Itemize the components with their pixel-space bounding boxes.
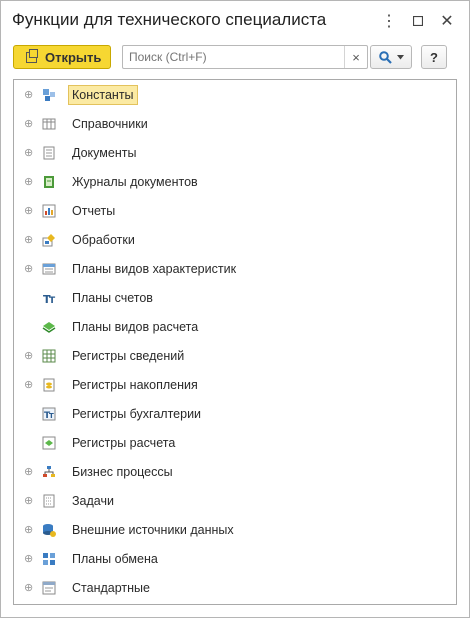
tree-item[interactable]: Планы видов расчета	[14, 315, 454, 339]
svg-text:T: T	[49, 296, 56, 305]
tree-item[interactable]: ⊕ Документы	[14, 141, 454, 165]
expand-icon[interactable]: ⊕	[24, 263, 33, 274]
information-registers-icon	[42, 349, 56, 363]
tree-item-label: Документы	[72, 146, 137, 160]
svg-text:T: T	[49, 412, 54, 420]
tree-item-label: Бизнес процессы	[72, 465, 173, 479]
search-field[interactable]: ×	[122, 45, 368, 69]
tree-item[interactable]: Регистры расчета	[14, 431, 454, 455]
business-processes-icon	[43, 466, 55, 477]
help-button[interactable]: ?	[421, 45, 447, 69]
close-icon[interactable]: ✕	[435, 9, 459, 33]
standard-icon	[42, 581, 56, 595]
open-button-label: Открыть	[45, 49, 102, 65]
accounting-registers-icon: TT	[42, 407, 56, 421]
data-processors-icon	[42, 234, 55, 247]
tree-item-label: Регистры сведений	[72, 349, 185, 363]
expand-icon[interactable]: ⊕	[24, 350, 33, 361]
tree-item[interactable]: ⊕ Отчеты	[14, 199, 454, 223]
tree-item-label: Журналы документов	[72, 175, 198, 189]
more-menu-icon[interactable]: ⋮	[377, 9, 401, 33]
document-journals-icon	[44, 176, 54, 188]
maximize-icon[interactable]	[406, 9, 430, 33]
tree-item-label: Отчеты	[72, 204, 116, 218]
tree-item[interactable]: ⊕ Задачи	[14, 489, 454, 513]
window-title: Функции для технического специалиста	[12, 10, 327, 29]
open-icon	[26, 48, 38, 63]
documents-icon	[43, 146, 55, 160]
tree-item-label: Константы	[68, 85, 138, 105]
tree-item[interactable]: ⊕ Планы обмена	[14, 547, 454, 571]
tree-item-label: Обработки	[72, 233, 135, 247]
search-icon	[378, 50, 392, 64]
calculation-registers-icon	[42, 436, 56, 450]
tree-item[interactable]: ⊕ Регистры сведений	[14, 344, 454, 368]
tree-item-label: Стандартные	[72, 581, 150, 595]
chart-of-accounts-icon: TT	[43, 293, 56, 305]
characteristic-types-icon	[42, 263, 56, 275]
expand-icon[interactable]: ⊕	[24, 466, 33, 477]
accumulation-registers-icon	[43, 378, 55, 392]
tree-item[interactable]: ⊕ Обработки	[14, 228, 454, 252]
tree-item[interactable]: ⊕ Стандартные	[14, 576, 454, 600]
constants-icon	[43, 89, 55, 101]
tree-item[interactable]: ⊕ Регистры накопления	[14, 373, 454, 397]
window: Функции для технического специалиста ⋮ ✕…	[0, 0, 470, 618]
chevron-down-icon	[396, 54, 404, 59]
expand-icon[interactable]: ⊕	[24, 89, 33, 100]
tree-item[interactable]: ⊕ Справочники	[14, 112, 454, 136]
tree-item[interactable]: ⊕ Константы	[14, 83, 454, 107]
expand-icon[interactable]: ⊕	[24, 205, 33, 216]
search-input[interactable]	[123, 46, 343, 68]
exchange-plans-icon	[43, 553, 55, 565]
expand-icon[interactable]: ⊕	[24, 553, 33, 564]
open-button[interactable]: Открыть	[13, 45, 111, 69]
tree-item[interactable]: ⊕ Внешние источники данных	[14, 518, 454, 542]
calculation-types-icon	[42, 322, 56, 333]
tree-item-label: Планы обмена	[72, 552, 158, 566]
tree-item[interactable]: T T Регистры бухгалтерии	[14, 402, 454, 426]
clear-search-button[interactable]: ×	[344, 46, 367, 68]
tree-item[interactable]: ⊕ Планы видов характеристик	[14, 257, 454, 281]
expand-icon[interactable]: ⊕	[24, 379, 33, 390]
reports-icon	[42, 204, 56, 218]
tasks-icon	[43, 494, 55, 508]
tree-item-label: Регистры бухгалтерии	[72, 407, 202, 421]
tree-item-label: Справочники	[72, 117, 148, 131]
search-options-button[interactable]	[370, 45, 412, 69]
expand-icon[interactable]: ⊕	[24, 582, 33, 593]
tree-item[interactable]: ⊕ Бизнес процессы	[14, 460, 454, 484]
tree-item[interactable]: T T Планы счетов	[14, 286, 454, 310]
metadata-tree[interactable]: ⊕ Константы ⊕ Справочники ⊕ Документы ⊕ Журналы…	[13, 79, 457, 605]
tree-item-label: Планы счетов	[72, 291, 153, 305]
expand-icon[interactable]: ⊕	[24, 495, 33, 506]
external-data-sources-icon	[43, 524, 56, 537]
expand-icon[interactable]: ⊕	[24, 118, 33, 129]
tree-item-label: Регистры накопления	[72, 378, 198, 392]
tree-item-label: Планы видов характеристик	[72, 262, 237, 276]
expand-icon[interactable]: ⊕	[24, 147, 33, 158]
toolbar: Открыть × ?	[13, 45, 459, 71]
expand-icon[interactable]: ⊕	[24, 176, 33, 187]
tree-item[interactable]: ⊕ Журналы документов	[14, 170, 454, 194]
expand-icon[interactable]: ⊕	[24, 234, 33, 245]
expand-icon[interactable]: ⊕	[24, 524, 33, 535]
tree-item-label: Внешние источники данных	[72, 523, 234, 537]
catalogs-icon	[42, 118, 56, 130]
tree-item-label: Задачи	[72, 494, 114, 508]
tree-item-label: Регистры расчета	[72, 436, 176, 450]
tree-item-label: Планы видов расчета	[72, 320, 199, 334]
